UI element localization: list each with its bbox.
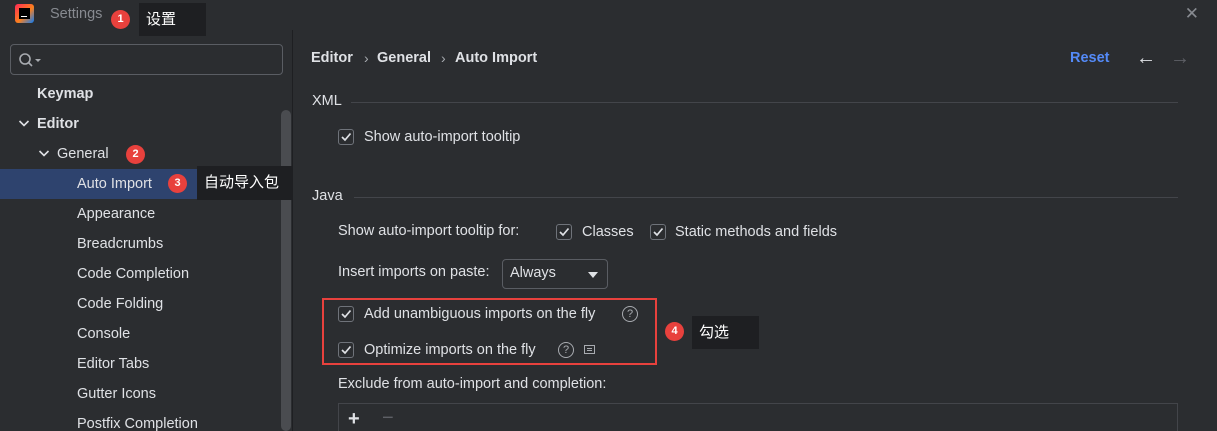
checkmark-icon	[341, 345, 352, 355]
checkmark-icon	[559, 227, 570, 237]
breadcrumb-separator: ›	[441, 50, 446, 66]
sidebar-item-label: General	[57, 146, 109, 162]
sidebar-scrollbar[interactable]	[281, 110, 291, 431]
sidebar-item-label: Console	[77, 326, 131, 342]
sidebar-item-label: Postfix Completion	[77, 416, 198, 431]
help-icon[interactable]: ?	[622, 306, 638, 322]
breadcrumb-separator: ›	[364, 50, 369, 66]
sidebar-item-label: Code Folding	[77, 296, 164, 312]
xml-section-title: XML	[312, 93, 342, 109]
classes-label: Classes	[582, 224, 634, 240]
sidebar-item-label: Appearance	[77, 206, 156, 222]
sidebar-item-label: Editor Tabs	[77, 356, 150, 372]
dropdown-arrow-icon	[588, 272, 598, 278]
sidebar-item-code-completion[interactable]: Code Completion	[0, 259, 281, 289]
classes-checkbox[interactable]	[556, 224, 572, 240]
settings-sidebar: Keymap Editor General Auto Import Appear…	[0, 30, 293, 431]
breadcrumb-auto-import: Auto Import	[455, 50, 538, 66]
settings-content: Editor › General › Auto Import Reset ← →…	[294, 30, 1217, 431]
window-title: Settings	[50, 6, 103, 22]
chevron-down-icon[interactable]	[18, 109, 30, 139]
sidebar-item-label: Keymap	[37, 86, 94, 102]
optimize-imports-label: Optimize imports on the fly	[364, 342, 536, 358]
tooltip-for-label: Show auto-import tooltip for:	[338, 223, 520, 239]
sidebar-item-appearance[interactable]: Appearance	[0, 199, 281, 229]
sidebar-item-editor-tabs[interactable]: Editor Tabs	[0, 349, 281, 379]
xml-show-tooltip-label: Show auto-import tooltip	[364, 129, 521, 145]
checkmark-icon	[341, 309, 352, 319]
search-input[interactable]	[10, 44, 283, 75]
help-icon[interactable]: ?	[558, 342, 574, 358]
search-icon	[19, 53, 41, 67]
insert-on-paste-dropdown[interactable]: Always	[502, 259, 608, 289]
sidebar-item-keymap[interactable]: Keymap	[0, 79, 281, 109]
annotation-badge: 4	[665, 322, 684, 341]
project-settings-icon	[584, 345, 595, 354]
insert-on-paste-value: Always	[510, 265, 556, 281]
remove-icon[interactable]: −	[382, 407, 394, 430]
unambiguous-imports-label: Add unambiguous imports on the fly	[364, 306, 596, 322]
annotation-callout: 自动导入包	[197, 166, 293, 200]
add-icon[interactable]: +	[348, 408, 360, 431]
intellij-logo-icon	[15, 4, 34, 23]
breadcrumb-general[interactable]: General	[377, 50, 431, 66]
sidebar-item-label: Editor	[37, 116, 79, 132]
sidebar-item-gutter-icons[interactable]: Gutter Icons	[0, 379, 281, 409]
sidebar-item-breadcrumbs[interactable]: Breadcrumbs	[0, 229, 281, 259]
static-methods-label: Static methods and fields	[675, 224, 838, 240]
sidebar-item-console[interactable]: Console	[0, 319, 281, 349]
annotation-badge: 3	[168, 174, 187, 193]
section-divider	[351, 102, 1178, 103]
optimize-imports-checkbox[interactable]	[338, 342, 354, 358]
checkmark-icon	[653, 227, 664, 237]
exclude-label: Exclude from auto-import and completion:	[338, 376, 607, 392]
sidebar-item-postfix-completion[interactable]: Postfix Completion	[0, 409, 281, 431]
static-methods-checkbox[interactable]	[650, 224, 666, 240]
chevron-down-icon[interactable]	[38, 139, 50, 169]
annotation-callout: 设置	[139, 3, 206, 36]
exclude-list[interactable]	[338, 403, 1178, 431]
sidebar-item-label: Auto Import	[77, 176, 152, 192]
annotation-badge: 2	[126, 145, 145, 164]
insert-on-paste-label: Insert imports on paste:	[338, 264, 490, 280]
unambiguous-imports-checkbox[interactable]	[338, 306, 354, 322]
annotation-callout: 勾选	[692, 316, 759, 349]
reset-button[interactable]: Reset	[1070, 50, 1110, 66]
sidebar-item-editor[interactable]: Editor	[0, 109, 281, 139]
xml-show-tooltip-checkbox[interactable]	[338, 129, 354, 145]
java-section-title: Java	[312, 188, 343, 204]
sidebar-item-label: Code Completion	[77, 266, 190, 282]
close-icon[interactable]: ✕	[1185, 4, 1199, 24]
breadcrumb-editor[interactable]: Editor	[311, 50, 353, 66]
sidebar-item-label: Gutter Icons	[77, 386, 156, 402]
annotation-badge: 1	[111, 10, 130, 29]
sidebar-item-label: Breadcrumbs	[77, 236, 164, 252]
back-arrow-icon[interactable]: ←	[1136, 47, 1156, 70]
section-divider	[354, 197, 1178, 198]
checkmark-icon	[341, 132, 352, 142]
sidebar-item-code-folding[interactable]: Code Folding	[0, 289, 281, 319]
forward-arrow-icon[interactable]: →	[1170, 47, 1190, 70]
